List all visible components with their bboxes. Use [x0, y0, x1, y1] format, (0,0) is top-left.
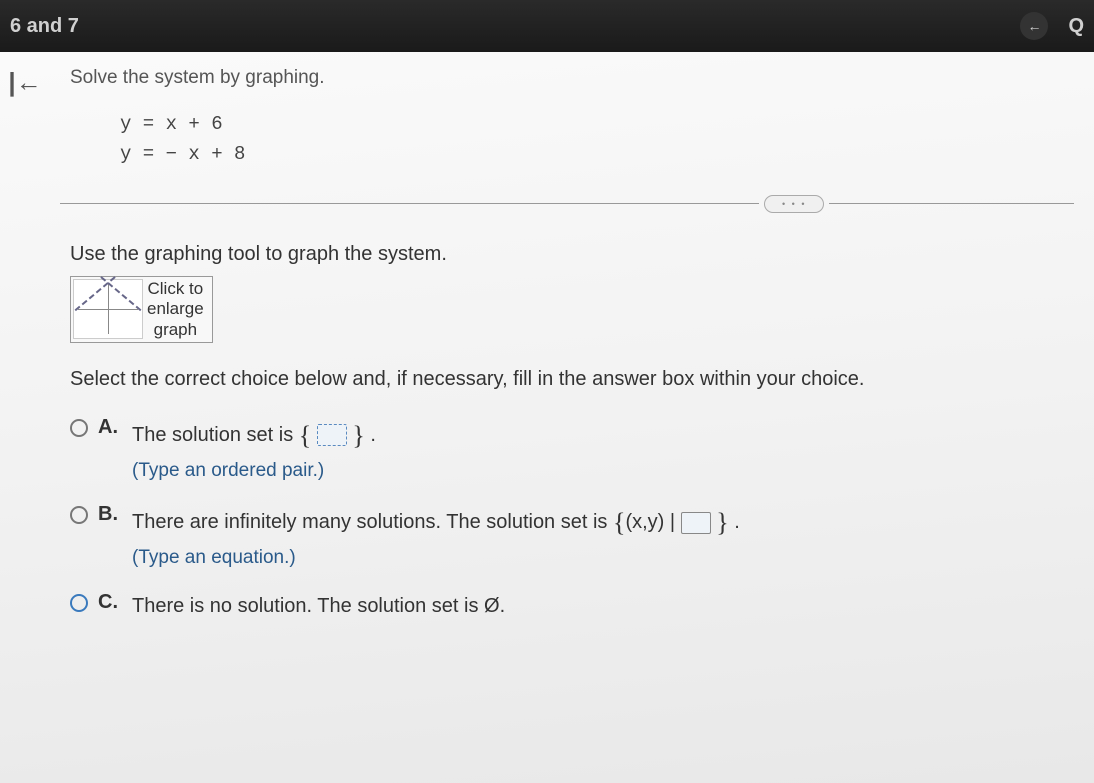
ellipsis-icon: • • •	[782, 199, 806, 209]
select-prompt: Select the correct choice below and, if …	[70, 368, 1074, 391]
left-gutter: |←	[0, 52, 50, 783]
option-c-body: There is no solution. The solution set i…	[132, 591, 505, 621]
left-brace-icon: {	[613, 508, 625, 537]
option-b-hint: (Type an equation.)	[132, 547, 296, 568]
radio-b[interactable]	[70, 506, 88, 524]
option-b-text-before: There are infinitely many solutions. The…	[132, 511, 613, 533]
question-panel: Solve the system by graphing. y = x + 6 …	[50, 52, 1094, 783]
back-nav-button[interactable]: ←	[1020, 12, 1048, 40]
right-brace-icon: }	[352, 421, 364, 450]
answer-input-a[interactable]	[317, 424, 347, 446]
option-a[interactable]: A. The solution set is { } . (Type an or…	[70, 416, 1074, 486]
option-a-text-after: .	[370, 424, 376, 446]
option-b[interactable]: B. There are infinitely many solutions. …	[70, 503, 1074, 573]
back-arrow-icon: ←	[1027, 18, 1041, 34]
equation-block: y = x + 6 y = − x + 8	[120, 109, 1074, 170]
graph-instruction: Use the graphing tool to graph the syste…	[70, 243, 1074, 266]
option-b-set-prefix: (x,y) |	[625, 511, 680, 533]
divider-line	[60, 203, 759, 204]
option-c-text: There is no solution. The solution set i…	[132, 595, 505, 617]
page-range-label: 6 and 7	[10, 15, 79, 38]
content-area: |← Solve the system by graphing. y = x +…	[0, 52, 1094, 783]
radio-a[interactable]	[70, 419, 88, 437]
question-prompt: Solve the system by graphing.	[70, 67, 1074, 89]
answer-input-b[interactable]	[681, 512, 711, 534]
option-c-letter: C.	[98, 591, 120, 614]
option-a-text-before: The solution set is	[132, 424, 299, 446]
equation-2: y = − x + 8	[120, 139, 1074, 169]
option-a-body: The solution set is { } . (Type an order…	[132, 416, 376, 486]
right-brace-icon: }	[716, 508, 728, 537]
equation-1: y = x + 6	[120, 109, 1074, 139]
radio-c[interactable]	[70, 594, 88, 612]
graph-button-label: Click to enlarge graph	[147, 279, 204, 340]
collapse-left-icon[interactable]: |←	[8, 67, 41, 98]
enlarge-graph-button[interactable]: Click to enlarge graph	[70, 276, 213, 343]
q-label: Q	[1068, 15, 1084, 38]
option-b-text-after: .	[734, 511, 740, 533]
graph-thumbnail-icon	[73, 279, 143, 339]
answer-options: A. The solution set is { } . (Type an or…	[70, 416, 1074, 621]
section-divider: • • •	[60, 195, 1074, 213]
option-a-letter: A.	[98, 416, 120, 439]
expand-pill-button[interactable]: • • •	[764, 195, 824, 213]
top-bar: 6 and 7 ← Q	[0, 0, 1094, 52]
left-brace-icon: {	[299, 421, 311, 450]
option-a-hint: (Type an ordered pair.)	[132, 460, 324, 481]
top-right-controls: ← Q	[1020, 12, 1084, 40]
option-b-letter: B.	[98, 503, 120, 526]
option-b-body: There are infinitely many solutions. The…	[132, 503, 740, 573]
divider-line-right	[829, 203, 1074, 204]
option-c[interactable]: C. There is no solution. The solution se…	[70, 591, 1074, 621]
